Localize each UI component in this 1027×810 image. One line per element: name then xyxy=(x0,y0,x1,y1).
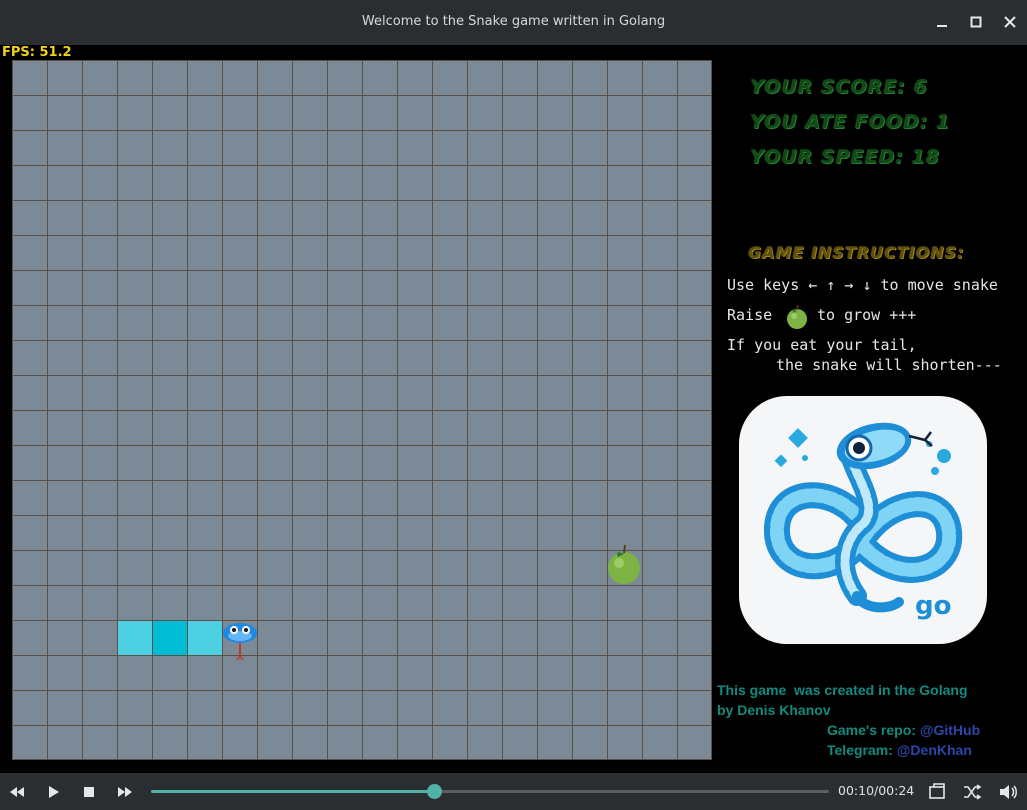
instructions-keys: Use keys ← ↑ → ↓ to move snake xyxy=(727,276,998,294)
maximize-button[interactable] xyxy=(966,12,986,32)
stop-icon xyxy=(84,787,94,797)
window-mode-button[interactable] xyxy=(926,781,948,803)
close-icon xyxy=(1004,16,1016,28)
minimize-button[interactable] xyxy=(932,12,952,32)
seek-bar-progress xyxy=(151,790,434,793)
snake-logo-icon: go xyxy=(764,422,963,621)
volume-button[interactable] xyxy=(997,781,1019,803)
go-snake-logo: go xyxy=(739,396,987,644)
close-button[interactable] xyxy=(1000,12,1020,32)
media-player-bar: 00:10/00:24 xyxy=(0,773,1027,810)
credits-line-1: This game was created in the Golang xyxy=(717,682,968,698)
play-icon xyxy=(49,786,59,798)
instructions-title: GAME INSTRUCTIONS: xyxy=(748,243,965,262)
fps-counter: FPS: 51.2 xyxy=(2,45,72,60)
fast-forward-button[interactable] xyxy=(114,781,136,803)
snake-body-segment xyxy=(118,621,152,655)
game-board[interactable] xyxy=(12,60,712,760)
minimize-icon xyxy=(937,25,947,27)
repo-credit: Game's repo: @GitHub xyxy=(827,722,980,738)
stop-button[interactable] xyxy=(78,781,100,803)
volume-icon xyxy=(1000,785,1017,799)
snake-body-segment xyxy=(188,621,222,655)
rewind-button[interactable] xyxy=(6,781,28,803)
playback-time: 00:10/00:24 xyxy=(838,783,915,798)
speed-label: YOUR SPEED: 18 xyxy=(750,146,940,168)
window-title: Welcome to the Snake game written in Gol… xyxy=(361,14,666,29)
food-apple-icon xyxy=(608,544,640,584)
shuffle-button[interactable] xyxy=(961,781,983,803)
shuffle-icon xyxy=(964,784,982,800)
window-titlebar: Welcome to the Snake game written in Gol… xyxy=(0,0,1027,45)
rewind-icon xyxy=(10,787,24,797)
instructions-grow: to grow +++ xyxy=(817,306,917,324)
credits-line-2: by Denis Khanov xyxy=(717,702,831,718)
github-link[interactable]: @GitHub xyxy=(920,722,980,738)
seek-bar[interactable] xyxy=(151,784,829,799)
apple-icon xyxy=(787,304,807,329)
window-mode-icon xyxy=(929,783,945,799)
instructions-tail: If you eat your tail, xyxy=(727,336,917,354)
score-label: YOUR SCORE: 6 xyxy=(750,76,928,98)
fast-forward-icon xyxy=(118,787,132,797)
snake-head-icon xyxy=(223,623,257,660)
repo-label: Game's repo: xyxy=(827,722,920,738)
seek-handle[interactable] xyxy=(426,784,442,799)
food-eaten-label: YOU ATE FOOD: 1 xyxy=(750,111,951,133)
maximize-icon xyxy=(970,16,982,28)
play-button[interactable] xyxy=(42,781,64,803)
instructions-shorten: the snake will shorten--- xyxy=(776,356,1002,374)
telegram-label: Telegram: xyxy=(827,742,897,758)
telegram-link[interactable]: @DenKhan xyxy=(897,742,972,758)
go-logo-text: go xyxy=(915,591,951,621)
snake-body-segment xyxy=(153,621,187,655)
telegram-credit: Telegram: @DenKhan xyxy=(827,742,972,758)
instructions-raise: Raise xyxy=(727,306,773,324)
